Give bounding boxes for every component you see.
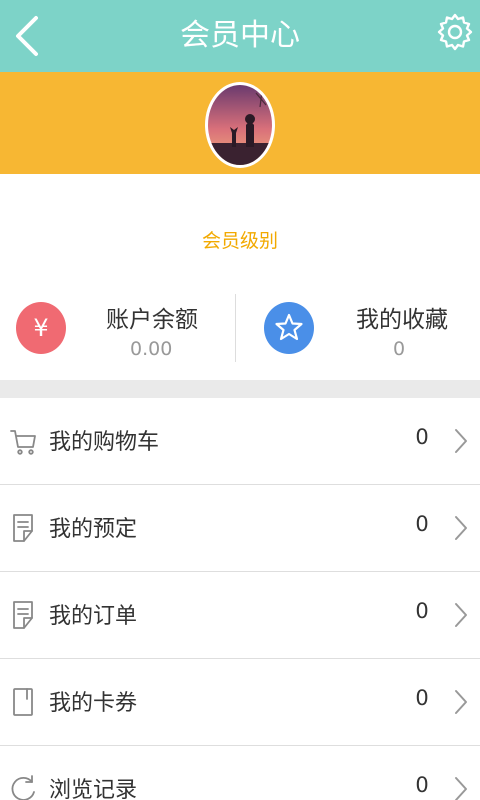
avatar[interactable] bbox=[205, 82, 275, 168]
menu-label: 浏览记录 bbox=[49, 778, 138, 800]
menu-item-history[interactable]: 浏览记录 0 bbox=[0, 746, 480, 800]
favorites-value: 0 bbox=[393, 338, 406, 360]
cart-icon bbox=[10, 430, 36, 455]
stats-divider bbox=[235, 294, 236, 362]
menu-count: 0 bbox=[415, 512, 429, 536]
menu-item-reservation[interactable]: 我的预定 0 bbox=[0, 485, 480, 572]
menu-item-cart[interactable]: 我的购物车 0 bbox=[0, 398, 480, 485]
menu-label: 我的卡券 bbox=[49, 691, 138, 716]
page-title: 会员中心 bbox=[180, 18, 300, 53]
favorites-label[interactable]: 我的收藏 bbox=[356, 300, 448, 334]
card-icon bbox=[13, 688, 33, 716]
yuan-icon: ¥ bbox=[33, 314, 49, 342]
menu-item-orders[interactable]: 我的订单 0 bbox=[0, 572, 480, 659]
settings-button[interactable] bbox=[434, 10, 476, 54]
menu-count: 0 bbox=[415, 773, 429, 797]
member-level-label[interactable]: 会员级别 bbox=[0, 226, 480, 253]
refresh-icon bbox=[11, 775, 35, 800]
menu-count: 0 bbox=[415, 599, 429, 623]
gear-icon bbox=[437, 13, 473, 51]
menu-label: 我的预定 bbox=[49, 517, 138, 542]
chevron-right-icon bbox=[455, 603, 467, 627]
top-bar: 会员中心 bbox=[0, 0, 480, 72]
stats-panel: ¥ 账户余额 0.00 我的收藏 0 bbox=[0, 286, 480, 376]
menu-label: 我的订单 bbox=[49, 604, 138, 629]
chevron-right-icon bbox=[455, 690, 467, 714]
avatar-image bbox=[208, 85, 272, 165]
document-icon bbox=[13, 601, 33, 629]
favorites-icon-circle[interactable] bbox=[264, 302, 314, 354]
balance-icon-circle[interactable]: ¥ bbox=[16, 302, 66, 354]
menu-count: 0 bbox=[415, 425, 429, 449]
star-icon bbox=[275, 313, 303, 341]
menu-item-coupons[interactable]: 我的卡券 0 bbox=[0, 659, 480, 746]
chevron-right-icon bbox=[455, 429, 467, 453]
section-gap bbox=[0, 380, 480, 398]
menu-count: 0 bbox=[415, 686, 429, 710]
chevron-right-icon bbox=[455, 516, 467, 540]
menu-label: 我的购物车 bbox=[49, 430, 160, 455]
balance-label[interactable]: 账户余额 bbox=[106, 300, 198, 334]
chevron-right-icon bbox=[455, 777, 467, 800]
document-icon bbox=[13, 514, 33, 542]
balance-value: 0.00 bbox=[130, 338, 173, 360]
